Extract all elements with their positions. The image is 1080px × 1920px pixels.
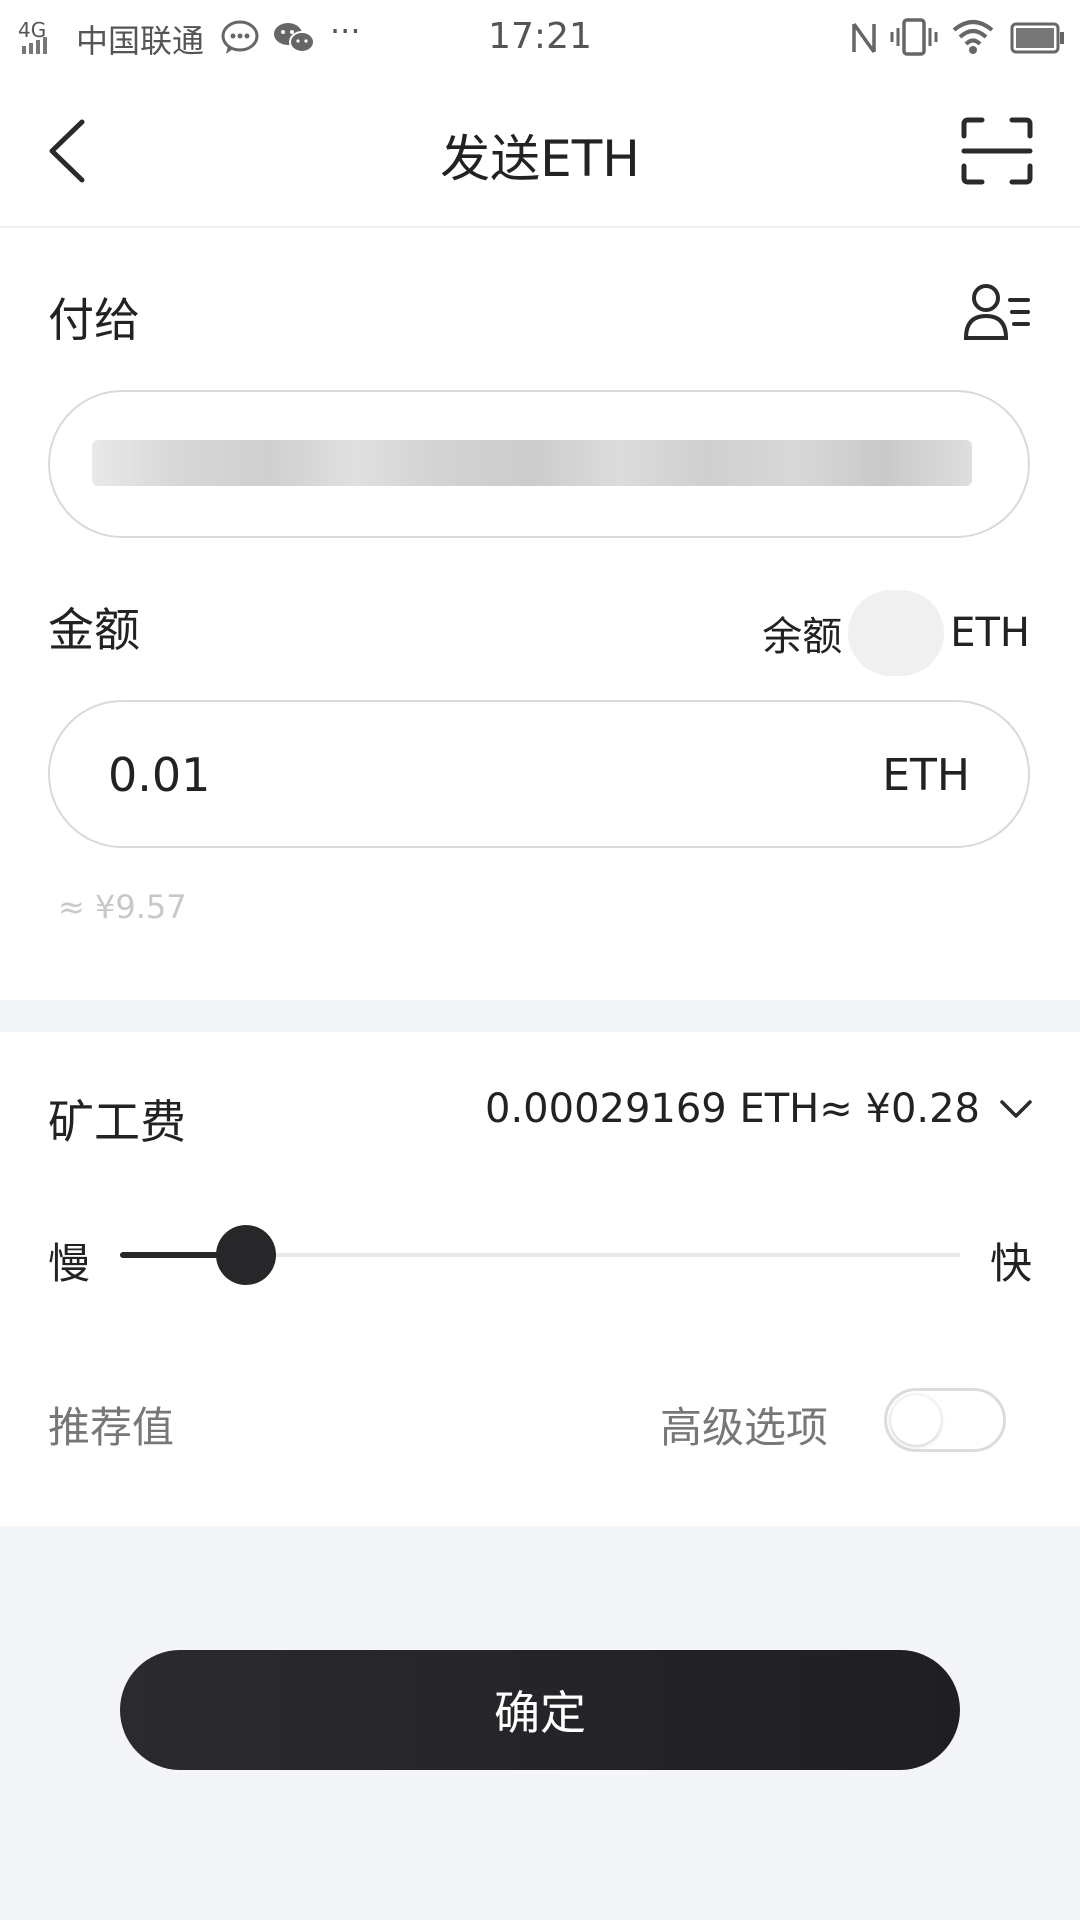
nfc-icon xyxy=(852,22,876,54)
miner-fee-label: 矿工费 xyxy=(48,1095,186,1149)
amount-unit: ETH xyxy=(882,750,970,801)
redacted-address xyxy=(92,440,972,486)
battery-icon xyxy=(1010,22,1064,54)
confirm-button[interactable]: 确定 xyxy=(120,1650,960,1770)
fee-value: 0.00029169 ETH≈ ¥0.28 xyxy=(485,1086,980,1132)
amount-value: 0.01 xyxy=(108,748,211,802)
contact-list-icon xyxy=(963,284,1030,340)
toggle-knob xyxy=(891,1395,941,1445)
top-navigation-bar: 发送ETH xyxy=(0,76,1080,228)
fee-selector[interactable]: 0.00029169 ETH≈ ¥0.28 xyxy=(485,1086,1034,1132)
contacts-button[interactable] xyxy=(962,280,1032,342)
chevron-down-icon xyxy=(1000,1100,1032,1118)
address-input[interactable] xyxy=(48,390,1030,538)
amount-label: 金额 xyxy=(48,603,140,657)
balance-label: 余额 xyxy=(762,614,843,660)
recommended-label: 推荐值 xyxy=(48,1403,175,1452)
advanced-options-toggle[interactable] xyxy=(884,1388,1006,1452)
amount-fiat-approx: ≈ ¥9.57 xyxy=(58,888,187,926)
balance-unit: ETH xyxy=(950,610,1030,656)
page-title: 发送ETH xyxy=(440,130,640,188)
status-bar: 4G 中国联通 ··· 17:21 xyxy=(0,0,1080,76)
advanced-options-label: 高级选项 xyxy=(660,1403,829,1452)
balance-display: 余额 ETH xyxy=(762,590,1030,676)
redacted-balance xyxy=(848,590,945,676)
vibrate-icon xyxy=(890,18,938,56)
slow-label: 慢 xyxy=(48,1239,91,1288)
fee-slider-thumb[interactable] xyxy=(216,1225,276,1285)
amount-input[interactable]: 0.01 ETH xyxy=(48,700,1030,848)
scan-icon xyxy=(961,117,1033,185)
pay-to-label: 付给 xyxy=(48,293,140,347)
fast-label: 快 xyxy=(990,1239,1033,1288)
scan-button[interactable] xyxy=(960,116,1034,186)
wifi-icon xyxy=(952,20,994,54)
